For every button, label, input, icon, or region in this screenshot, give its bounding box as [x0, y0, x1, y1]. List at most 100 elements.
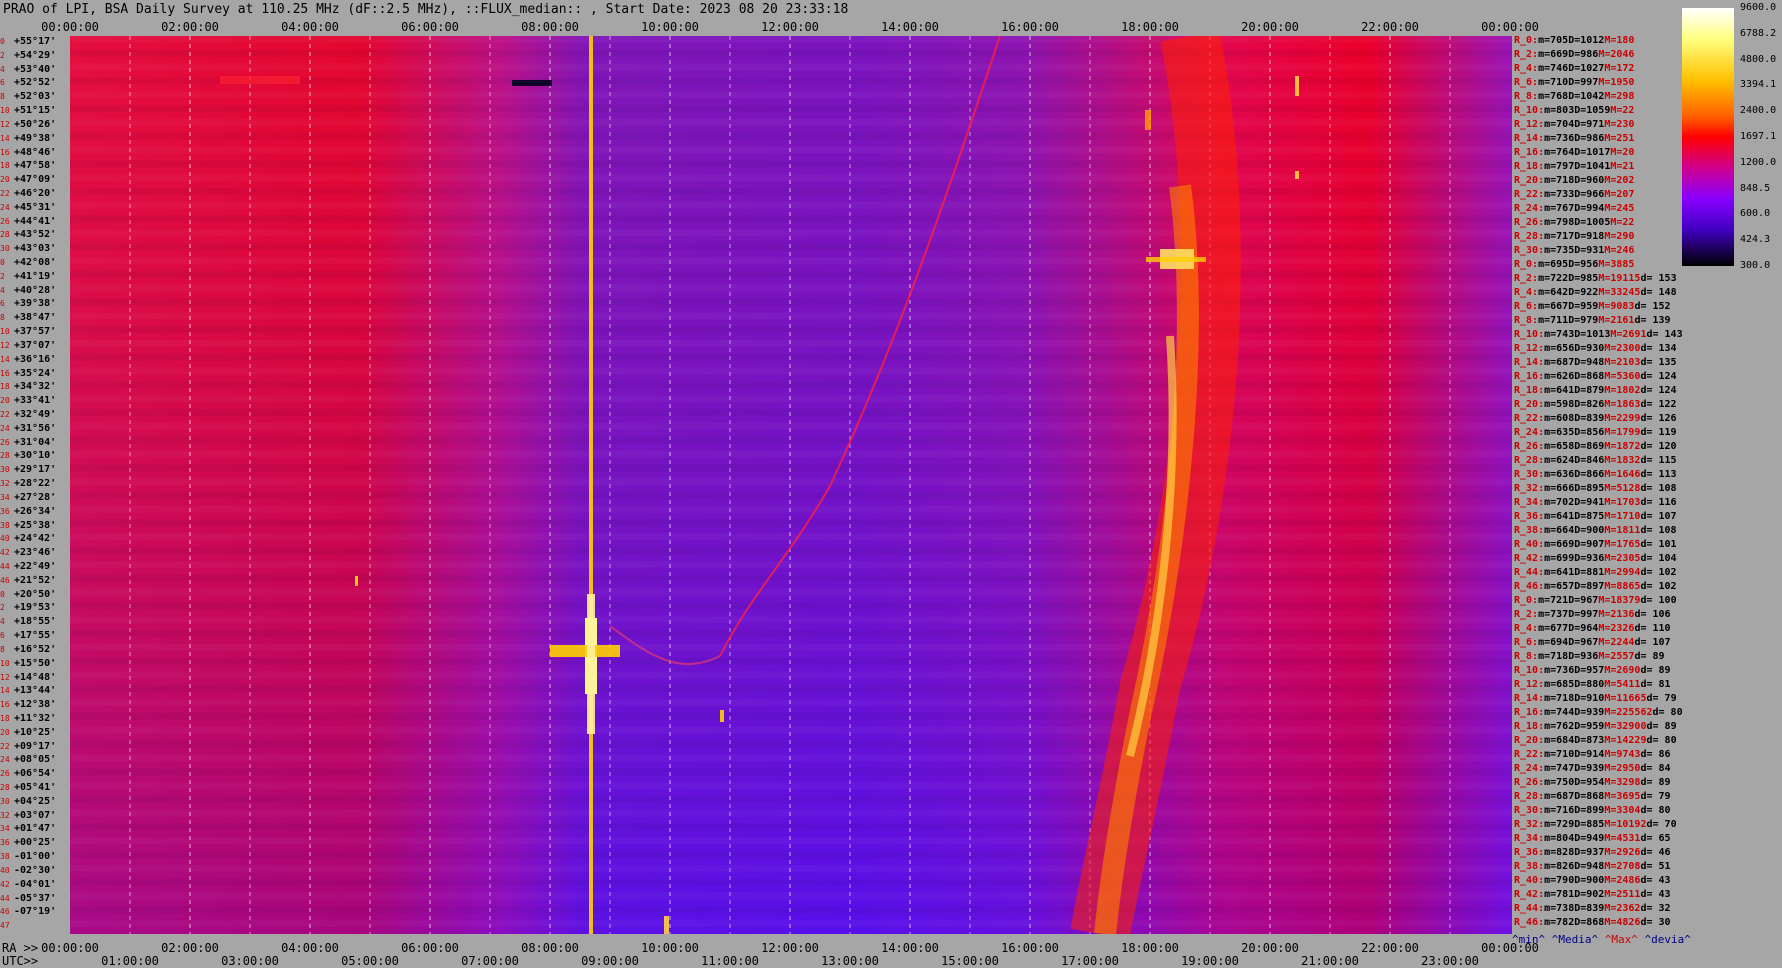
row-stripe	[70, 229, 1512, 236]
stats-row: R_8:m=711D=979M=2161d= 139	[1514, 314, 1694, 328]
declination-value: +03°07'	[14, 809, 57, 821]
stats-row: R_10:m=736D=957M=2690d= 89	[1514, 664, 1694, 678]
stats-dev: d= 30	[1640, 917, 1671, 928]
stats-beam: R_2:	[1514, 273, 1539, 284]
stats-dev: d= 89	[1640, 777, 1671, 788]
declination-value: +34°32'	[14, 381, 57, 393]
stats-max: M=5360	[1604, 371, 1641, 382]
stats-median: D=948	[1574, 357, 1605, 368]
ra-tick-label: 02:00:00	[161, 941, 219, 955]
row-index: 0	[0, 589, 5, 599]
top-tick-label: 20:00:00	[1241, 20, 1299, 34]
stats-row: R_28:m=687D=868M=3695d= 79	[1514, 790, 1694, 804]
stats-max: M=3304	[1604, 805, 1641, 816]
declination-value: +28°22'	[14, 478, 57, 490]
stats-beam: R_42:	[1514, 553, 1545, 564]
declination-row: 12 +50°26'	[0, 118, 70, 131]
source-bright-20h-line	[1146, 257, 1206, 262]
stats-max: M=2926	[1604, 847, 1641, 858]
stats-median: D=866	[1574, 469, 1605, 480]
stats-beam: R_40:	[1514, 539, 1545, 550]
row-stripe	[70, 602, 1512, 610]
stats-beam: R_4:	[1514, 287, 1539, 298]
utc-tick-label: 13:00:00	[821, 954, 879, 968]
top-tick-label: 00:00:00	[1481, 20, 1539, 34]
stats-beam: R_8:	[1514, 91, 1539, 102]
row-stripe	[70, 561, 1512, 568]
stats-dev: d= 108	[1640, 525, 1677, 536]
stats-median: D=900	[1574, 875, 1605, 886]
row-index: 34	[0, 492, 10, 502]
stats-row: R_42:m=699D=936M=2305d= 104	[1514, 552, 1694, 566]
stats-beam: R_22:	[1514, 413, 1545, 424]
stats-dev: d= 124	[1640, 371, 1677, 382]
ra-axis-label: RA >>	[2, 941, 39, 955]
declination-value: +23°46'	[14, 547, 57, 559]
stats-row: R_30:m=735D=931M=246	[1514, 244, 1694, 258]
stats-beam: R_24:	[1514, 427, 1545, 438]
stats-dev: d= 122	[1640, 399, 1677, 410]
row-index: 38	[0, 852, 10, 862]
stats-beam: R_40:	[1514, 875, 1545, 886]
source-small	[355, 576, 358, 586]
stats-max: M=4826	[1604, 917, 1641, 928]
stats-beam: R_44:	[1514, 567, 1545, 578]
row-stripe	[70, 754, 1512, 761]
row-stripe	[70, 491, 1512, 499]
declination-row: 6 +17°55'	[0, 629, 70, 642]
declination-row: 32 +28°22'	[0, 477, 70, 490]
stats-min: m=669	[1544, 539, 1575, 550]
row-stripe	[70, 837, 1512, 844]
row-index: 4	[0, 617, 5, 627]
stats-row: R_18:m=641D=879M=1802d= 124	[1514, 384, 1694, 398]
stats-max: M=172	[1604, 63, 1635, 74]
row-stripe	[70, 340, 1512, 347]
declination-row: 16 +12°38'	[0, 698, 70, 711]
stats-median: D=936	[1574, 553, 1605, 564]
stats-dev: d= 113	[1640, 469, 1677, 480]
stats-min: m=790	[1544, 875, 1575, 886]
row-stripe	[70, 616, 1512, 623]
declination-value: +47°09'	[14, 174, 57, 186]
row-index: 4	[0, 285, 5, 295]
legend-min: ^min^	[1512, 933, 1546, 946]
stats-max: M=246	[1604, 245, 1635, 256]
row-index: 42	[0, 548, 10, 558]
row-index: 8	[0, 644, 5, 654]
declination-row: 18 +11°32'	[0, 712, 70, 725]
stats-beam: R_22:	[1514, 189, 1545, 200]
stats-beam: R_28:	[1514, 455, 1545, 466]
declination-value: +00°25'	[14, 837, 57, 849]
source-small	[1145, 110, 1151, 130]
declination-value: +27°28'	[14, 491, 57, 503]
colorbar-tick-label: 848.5	[1740, 182, 1771, 194]
stats-beam: R_16:	[1514, 371, 1545, 382]
declination-value: +42°08'	[14, 257, 57, 269]
stats-row: R_10:m=803D=1059M=22	[1514, 104, 1694, 118]
stats-dev: d= 81	[1640, 679, 1671, 690]
row-stripe	[70, 878, 1512, 886]
stats-dev: d= 124	[1640, 385, 1677, 396]
stats-min: m=738	[1544, 903, 1575, 914]
stats-min: m=710	[1544, 749, 1575, 760]
ra-tick-label: 18:00:00	[1121, 941, 1179, 955]
stats-row: R_30:m=636D=866M=1646d= 113	[1514, 468, 1694, 482]
declination-row: 36 +00°25'	[0, 836, 70, 849]
stats-median: D=948	[1574, 861, 1605, 872]
stats-beam: R_28:	[1514, 791, 1545, 802]
stats-row: R_20:m=684D=873M=14229d= 80	[1514, 734, 1694, 748]
declination-value: +55°17'	[14, 36, 57, 47]
row-index: 32	[0, 810, 10, 820]
declination-row: 6 +52°52'	[0, 76, 70, 89]
declination-row: 24 +08°05'	[0, 753, 70, 766]
stats-median: D=910	[1574, 693, 1605, 704]
row-stripe	[70, 865, 1512, 872]
row-index: 10	[0, 106, 10, 116]
stats-max: M=14229	[1604, 735, 1647, 746]
top-tick-label: 12:00:00	[761, 20, 819, 34]
declination-row: 14 +13°44'	[0, 684, 70, 697]
stats-row: R_16:m=744D=939M=225562d= 80	[1514, 706, 1694, 720]
stats-max: M=11665	[1604, 693, 1647, 704]
colorbar-tick-label: 2400.0	[1740, 105, 1777, 117]
stats-legend: ^min^ ^Media^ ^Max^ ^devia^	[1512, 933, 1691, 946]
